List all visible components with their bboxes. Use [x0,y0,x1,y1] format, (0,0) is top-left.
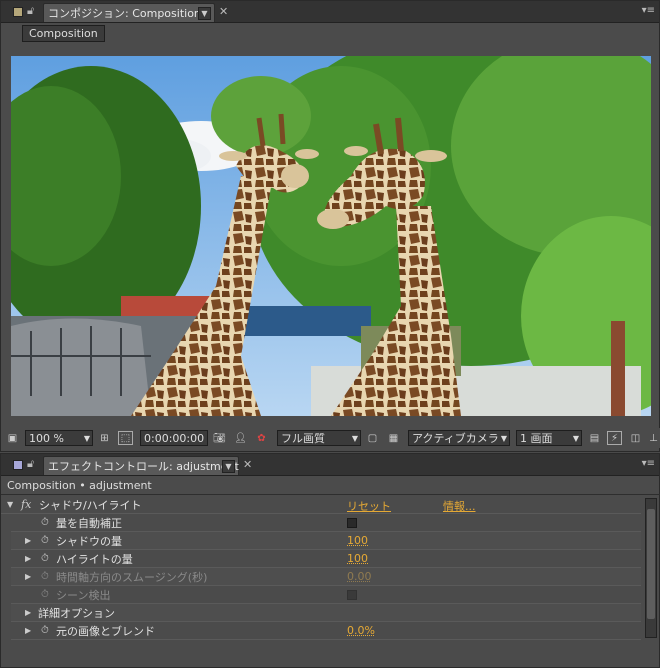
timecode-display[interactable]: 0:00:00:00 [140,430,208,446]
show-snapshot-icon[interactable]: 👤︎ [233,431,248,445]
property-label: ハイライトの量 [56,552,133,566]
property-row[interactable]: ⏱ シーン検出 [11,586,641,604]
triangle-closed-icon[interactable]: ▶ [25,554,31,563]
triangle-open-icon[interactable]: ▼ [7,500,13,509]
property-value[interactable]: 0.0% [347,624,375,637]
scrollbar-thumb[interactable] [647,509,655,619]
tab-effect-controls-label: エフェクトコントロール: adjustment [48,460,239,473]
scrollbar[interactable] [645,498,657,638]
property-checkbox[interactable] [347,517,357,528]
triangle-closed-icon[interactable]: ▶ [25,608,31,617]
camera-select[interactable]: アクティブカメラ ▼ [408,430,510,446]
tab-effect-controls[interactable]: エフェクトコントロール: adjustment ▼ [43,456,239,475]
triangle-closed-icon[interactable]: ▶ [25,626,31,635]
stopwatch-icon[interactable]: ⏱ [41,625,49,636]
flowchart-icon[interactable]: ⊥ [646,431,660,445]
property-row[interactable]: ▶ ⏱ 時間軸方向のスムージング(秒) 0.00 [11,568,641,586]
property-row[interactable]: ▶ 詳細オプション [11,604,641,622]
composition-nav-button[interactable]: Composition [22,25,105,42]
views-value: 1 画面 [520,432,553,445]
triangle-closed-icon[interactable]: ▶ [25,572,31,581]
zoom-value: 100 % [29,431,64,445]
zoom-select[interactable]: 100 % ▼ [25,430,93,446]
close-icon[interactable]: ✕ [219,5,228,18]
property-label: 詳細オプション [38,606,115,620]
property-value[interactable]: 0.00 [347,570,372,583]
giraffe-photo [11,56,651,416]
divider [1,494,660,495]
property-label: 量を自動補正 [56,516,122,530]
property-value[interactable]: 100 [347,552,368,565]
stopwatch-icon[interactable]: ⏱ [41,571,49,582]
always-preview-icon[interactable]: ▣ [5,431,20,445]
breadcrumb: Composition • adjustment [7,479,152,492]
chevron-down-icon: ▼ [500,433,507,443]
region-icon[interactable]: ▢ [365,431,380,445]
viewer-toolbar: ▣ 100 % ▼ ⊞ ⬚ 0:00:00:00 📷︎ 👤︎ ✿ フル画質 ▼ … [1,428,660,448]
views-select[interactable]: 1 画面 ▼ [516,430,582,446]
composition-tabbar: 🔓︎ コンポジション: Composition ▼ ✕ ▾≡ [1,1,659,23]
chevron-down-icon: ▼ [83,433,90,443]
stopwatch-icon[interactable]: ⏱ [41,517,49,528]
fast-previews-icon[interactable]: ⚡︎ [607,431,622,445]
property-row[interactable]: ▶ ⏱ 元の画像とブレンド 0.0% [11,622,641,640]
property-row[interactable]: ⏱ 量を自動補正 [11,514,641,532]
comp-label-color-icon [13,7,23,17]
property-row[interactable]: ▶ ⏱ ハイライトの量 100 [11,550,641,568]
channel-icon[interactable]: ✿ [254,431,269,445]
lock-icon[interactable]: 🔓︎ [27,4,34,18]
effects-label-color-icon [13,460,23,470]
property-row[interactable]: ▶ ⏱ シャドウの量 100 [11,532,641,550]
panel-menu-icon[interactable]: ▾≡ [642,5,655,16]
reset-link[interactable]: リセット [347,498,391,514]
toggle-pixel-aspect-icon[interactable]: ▤ [587,431,602,445]
effect-controls-panel: 🔓︎ エフェクトコントロール: adjustment ▼ ✕ ▾≡ Compos… [0,453,660,668]
fit-icon[interactable]: ⊞ [97,431,112,445]
resolution-value: フル画質 [281,432,325,445]
triangle-closed-icon[interactable]: ▶ [25,536,31,545]
effect-name: シャドウ/ハイライト [39,498,142,512]
chevron-down-icon: ▼ [351,433,358,443]
property-label: 時間軸方向のスムージング(秒) [56,570,208,584]
chevron-down-icon: ▼ [572,433,579,443]
camera-snapshot-icon[interactable]: 📷︎ [212,431,227,445]
stopwatch-icon[interactable]: ⏱ [41,589,49,600]
fx-icon[interactable]: fx [21,498,31,511]
camera-value: アクティブカメラ [412,432,499,445]
tab-composition-label: コンポジション: Composition [48,7,201,20]
property-label: シャドウの量 [56,534,122,548]
about-link[interactable]: 情報... [443,498,476,514]
timeline-icon[interactable]: ◫ [628,431,643,445]
effects-tabbar: 🔓︎ エフェクトコントロール: adjustment ▼ ✕ ▾≡ [1,454,659,476]
resolution-select[interactable]: フル画質 ▼ [277,430,361,446]
effect-header-row[interactable]: ▼ fx シャドウ/ハイライト リセット 情報... [1,496,641,514]
composition-panel: 🔓︎ コンポジション: Composition ▼ ✕ ▾≡ Compositi… [0,0,660,452]
panel-menu-icon[interactable]: ▾≡ [642,458,655,469]
property-label: シーン検出 [56,588,111,602]
lock-icon[interactable]: 🔓︎ [27,457,34,471]
property-value[interactable]: 100 [347,534,368,547]
close-icon[interactable]: ✕ [243,458,252,471]
chevron-down-icon[interactable]: ▼ [198,6,211,20]
property-checkbox[interactable] [347,589,357,600]
chevron-down-icon[interactable]: ▼ [222,459,235,473]
stopwatch-icon[interactable]: ⏱ [41,535,49,546]
region-of-interest-icon[interactable]: ⬚ [118,431,133,445]
property-label: 元の画像とブレンド [56,624,155,638]
composition-viewer[interactable] [11,56,651,416]
stopwatch-icon[interactable]: ⏱ [41,553,49,564]
transparency-grid-icon[interactable]: ▦ [386,431,401,445]
timecode-value: 0:00:00:00 [144,431,205,445]
tab-composition[interactable]: コンポジション: Composition ▼ [43,3,215,22]
